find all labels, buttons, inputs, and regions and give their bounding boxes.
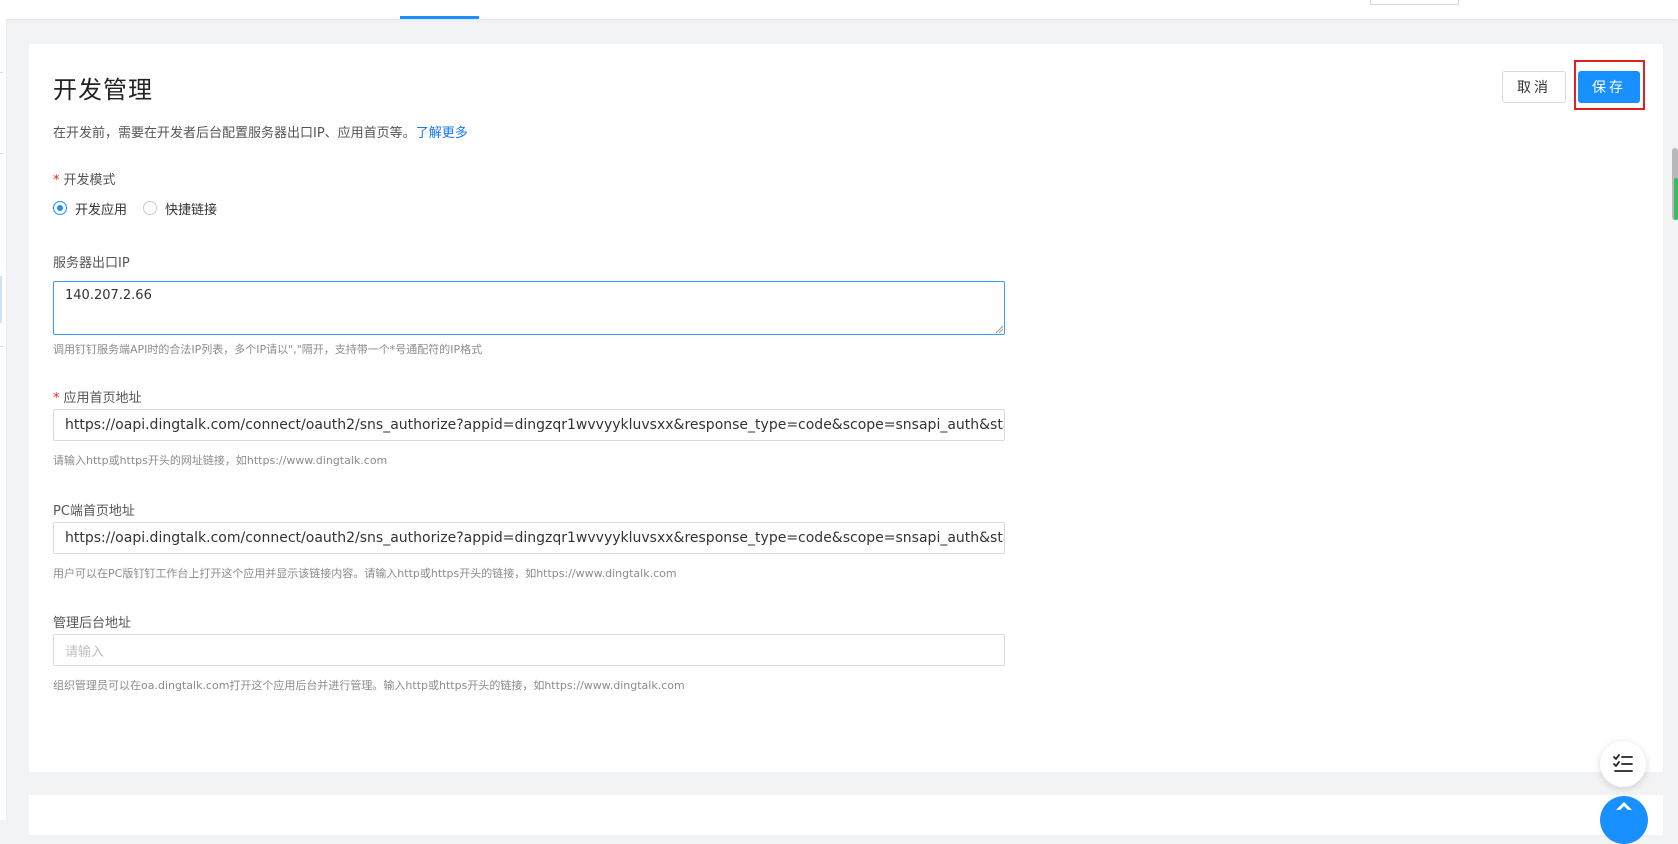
sidebar-active-marker (0, 276, 2, 323)
scrollbar-indicator (1674, 178, 1678, 220)
sidebar-divider (0, 346, 3, 347)
home-url-label: * 应用首页地址 (53, 387, 142, 406)
sidebar-divider (0, 153, 3, 154)
server-ip-textarea[interactable]: 140.207.2.66 (53, 281, 1005, 335)
top-bar-button[interactable] (1370, 0, 1459, 5)
home-url-input[interactable]: https://oapi.dingtalk.com/connect/oauth2… (53, 409, 1005, 441)
dev-mode-label: * 开发模式 (53, 169, 116, 188)
required-mark: * (53, 391, 60, 406)
assistant-icon (1616, 802, 1632, 810)
required-mark: * (53, 173, 60, 188)
list-checks-icon (1613, 754, 1633, 772)
page-title: 开发管理 (53, 76, 153, 104)
pc-home-url-input[interactable]: https://oapi.dingtalk.com/connect/oauth2… (53, 522, 1005, 554)
home-url-help: 请输入http或https开头的网址链接，如https://www.dingta… (53, 454, 388, 467)
top-navigation-bar (0, 0, 1678, 19)
radio-unchecked-icon[interactable] (143, 201, 158, 215)
resize-handle-icon[interactable] (995, 325, 1003, 333)
pc-home-url-help: 用户可以在PC版钉钉工作台上打开这个应用并显示该链接内容。请输入http或htt… (53, 567, 677, 580)
server-ip-value: 140.207.2.66 (65, 288, 152, 303)
admin-url-placeholder: 请输入 (65, 644, 105, 660)
cancel-button[interactable]: 取消 (1502, 71, 1566, 103)
outline-float-button[interactable] (1600, 741, 1646, 787)
server-ip-label: 服务器出口IP (53, 256, 130, 271)
pc-home-url-label: PC端首页地址 (53, 504, 135, 519)
radio-dev-app-label: 开发应用 (75, 202, 128, 218)
description-text: 在开发前，需要在开发者后台配置服务器出口IP、应用首页等。 (53, 126, 416, 141)
left-sidebar-edge (0, 19, 7, 820)
admin-url-input[interactable]: 请输入 (53, 634, 1005, 666)
next-section-card (29, 795, 1663, 835)
page-description: 在开发前，需要在开发者后台配置服务器出口IP、应用首页等。了解更多 (53, 122, 468, 141)
learn-more-link[interactable]: 了解更多 (416, 126, 468, 141)
pc-home-url-value: https://oapi.dingtalk.com/connect/oauth2… (65, 530, 1005, 546)
radio-checked-icon[interactable] (53, 201, 67, 215)
dev-mode-radio-group: 开发应用 快捷链接 (53, 199, 233, 218)
admin-url-help: 组织管理员可以在oa.dingtalk.com打开这个应用后台并进行管理。输入h… (53, 679, 685, 692)
assistant-float-button[interactable] (1600, 796, 1648, 844)
home-url-label-text: 应用首页地址 (63, 391, 142, 406)
home-url-value: https://oapi.dingtalk.com/connect/oauth2… (65, 417, 1005, 433)
sidebar-divider (0, 72, 3, 73)
server-ip-help: 调用钉钉服务端API时的合法IP列表，多个IP请以","隔开，支持带一个*号通配… (53, 343, 483, 356)
radio-quick-link-label: 快捷链接 (165, 202, 218, 218)
active-tab-indicator (400, 16, 479, 19)
save-button[interactable]: 保存 (1578, 71, 1640, 103)
radio-dev-app[interactable]: 开发应用 (53, 199, 127, 218)
admin-url-label: 管理后台地址 (53, 616, 132, 631)
radio-quick-link[interactable]: 快捷链接 (143, 199, 217, 218)
dev-mode-label-text: 开发模式 (63, 173, 116, 188)
